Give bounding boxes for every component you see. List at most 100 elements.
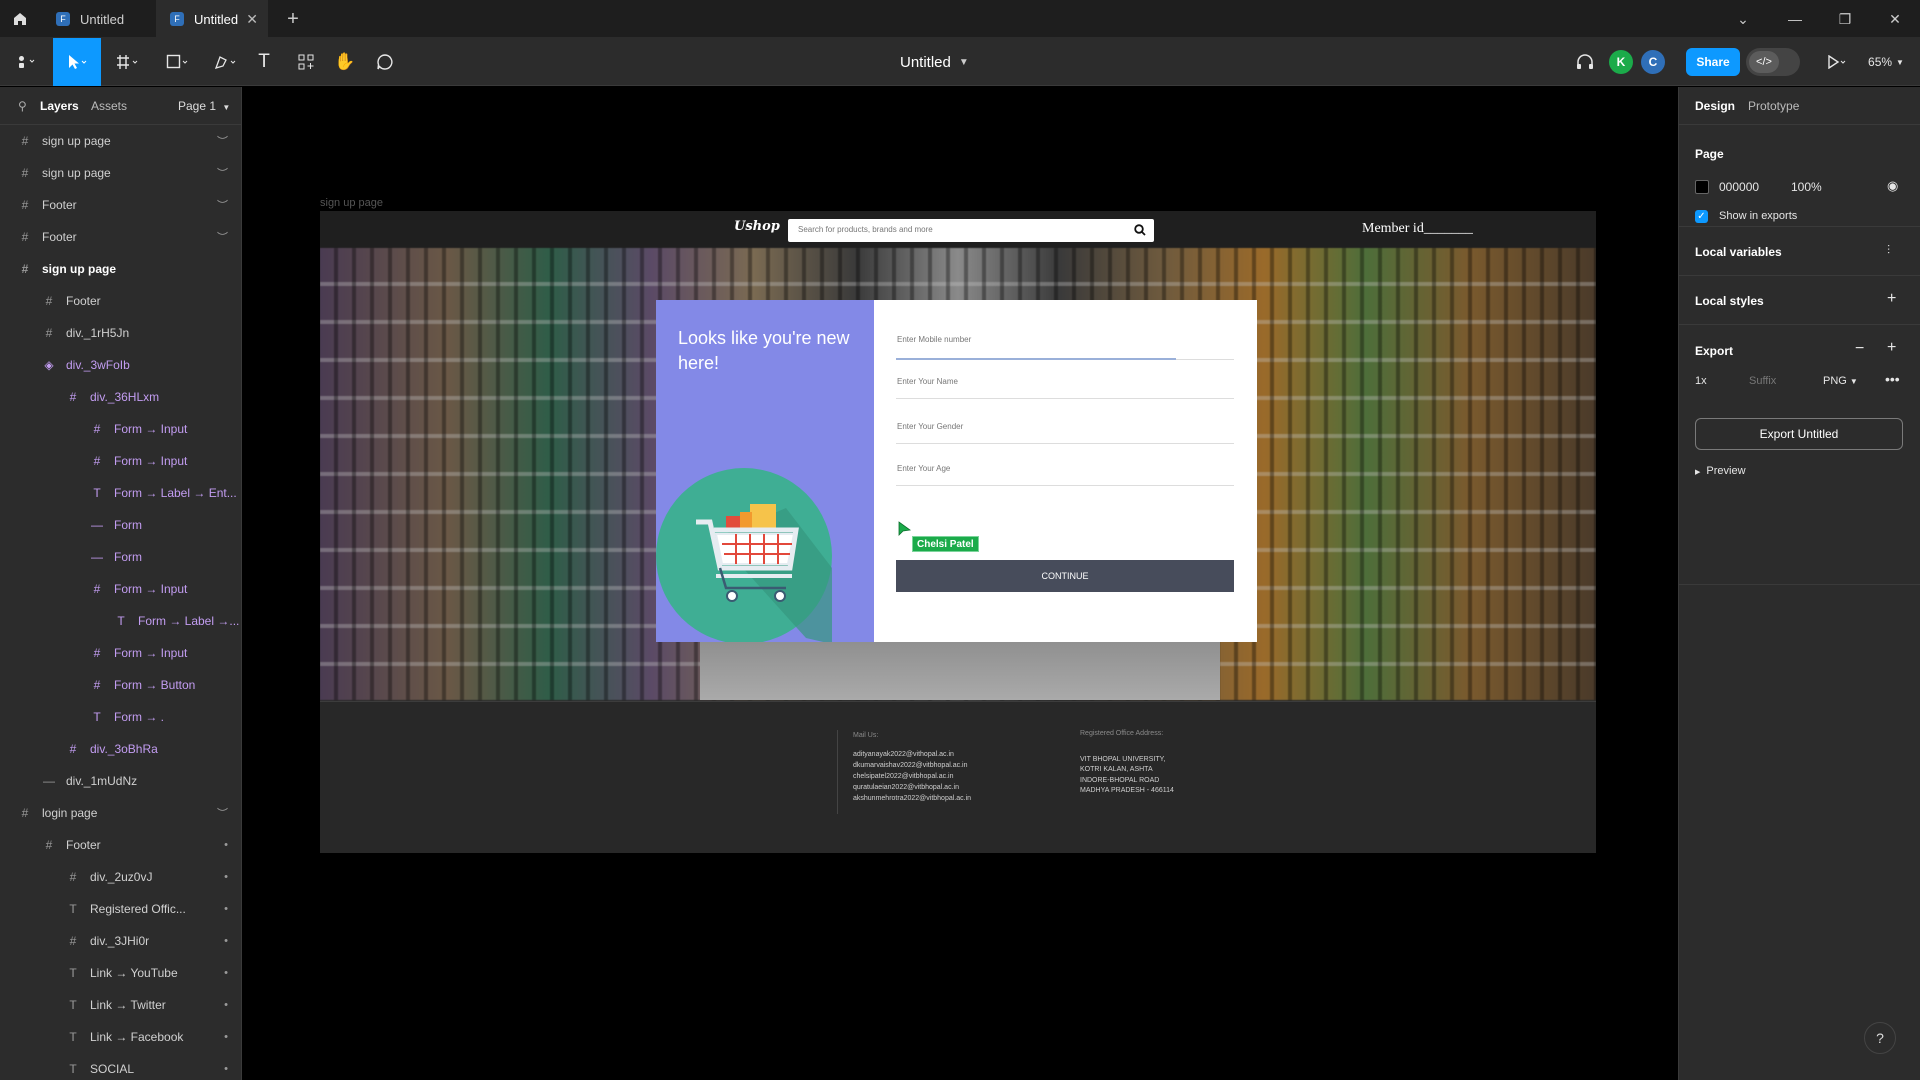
layer-row[interactable]: # Footer ︶ [0,221,241,253]
layer-row[interactable]: # login page ︶ [0,797,241,829]
mail-address[interactable]: adityanayak2022@vithopal.ac.in [853,749,954,760]
export-format-select[interactable]: PNG ▼ [1823,375,1858,387]
site-search-input[interactable]: Search for products, brands and more [788,219,1154,242]
document-title[interactable]: Untitled ▼ [900,38,969,86]
frame-label[interactable]: sign up page [320,197,383,209]
search-icon[interactable] [1134,224,1146,236]
layer-row[interactable]: T Registered Offic... • [0,893,241,925]
more-options-icon[interactable]: ••• [1885,371,1900,387]
help-icon[interactable]: ? [1864,1022,1896,1054]
restore-icon[interactable]: ❐ [1822,0,1868,38]
preview-toggle[interactable]: ▶ Preview [1695,465,1746,477]
tab-untitled-2[interactable]: F Untitled ✕ [156,0,268,38]
layer-row[interactable]: T Form → . [0,701,241,733]
main-menu-icon[interactable] [8,38,46,86]
gender-field[interactable]: Enter Your Gender [896,422,1234,448]
layer-row[interactable]: T Link → Twitter • [0,989,241,1021]
visibility-dot-icon[interactable]: • [224,935,228,947]
hidden-eye-icon[interactable]: ︶ [217,805,228,821]
chevron-down-icon[interactable]: ⌄ [1720,0,1766,38]
hidden-eye-icon[interactable]: ︶ [217,229,228,245]
layer-row[interactable]: T SOCIAL • [0,1053,241,1080]
page-opacity-value[interactable]: 100% [1791,180,1822,194]
visibility-dot-icon[interactable]: • [224,1031,228,1043]
layer-row[interactable]: # Form → Input [0,413,241,445]
visibility-dot-icon[interactable]: • [224,839,228,851]
layer-row[interactable]: T Link → Facebook • [0,1021,241,1053]
zoom-menu[interactable]: 65% ▼ [1862,38,1910,86]
mail-address[interactable]: dkumarvaishav2022@vitbhopal.ac.in [853,760,968,771]
home-icon[interactable] [0,0,40,38]
sign-up-page-frame[interactable]: Ushop Search for products, brands and mo… [320,211,1596,853]
add-icon[interactable]: + [1887,339,1896,357]
layer-row[interactable]: # div._3JHi0r • [0,925,241,957]
site-logo[interactable]: Ushop [734,219,780,234]
variables-icon[interactable]: ⫶ [1887,243,1890,258]
layer-row[interactable]: # div._1rH5Jn [0,317,241,349]
close-icon[interactable]: ✕ [246,11,258,28]
page-selector[interactable]: Page 1 ▼ [178,99,230,113]
export-suffix-input[interactable]: Suffix [1749,375,1776,387]
visibility-dot-icon[interactable]: • [224,903,228,915]
page-color-swatch[interactable] [1695,180,1709,194]
export-scale[interactable]: 1x [1695,375,1707,387]
layer-row[interactable]: # Form → Input [0,573,241,605]
layer-row[interactable]: # sign up page [0,253,241,285]
local-styles-section[interactable]: Local styles + [1679,276,1920,325]
layer-row[interactable]: # Footer [0,285,241,317]
layer-row[interactable]: # Form → Button [0,669,241,701]
layer-row[interactable]: T Form → Label →... [0,605,241,637]
layer-row[interactable]: ◈ div._3wFoIb [0,349,241,381]
shape-tool-icon[interactable] [158,38,198,86]
layer-row[interactable]: # Footer ︶ [0,189,241,221]
visibility-dot-icon[interactable]: • [224,1063,228,1075]
new-tab-icon[interactable]: + [280,6,306,32]
layer-row[interactable]: # div._36HLxm [0,381,241,413]
layer-row[interactable]: # sign up page ︶ [0,157,241,189]
move-tool-icon[interactable] [53,38,101,86]
layer-row[interactable]: — div._1mUdNz [0,765,241,797]
hidden-eye-icon[interactable]: ︶ [217,197,228,213]
share-button[interactable]: Share [1686,48,1740,76]
present-icon[interactable] [1820,38,1854,86]
mail-address[interactable]: akshunmehrotra2022@vitbhopal.ac.in [853,793,971,804]
avatar-k[interactable]: K [1609,50,1633,74]
layer-row[interactable]: # Form → Input [0,637,241,669]
visibility-dot-icon[interactable]: • [224,999,228,1011]
tab-assets[interactable]: Assets [91,99,127,113]
tab-design[interactable]: Design [1695,99,1735,113]
age-field[interactable]: Enter Your Age [896,464,1234,490]
mail-address[interactable]: chelsipatel2022@vitbhopal.ac.in [853,771,954,782]
tab-prototype[interactable]: Prototype [1748,99,1799,113]
frame-tool-icon[interactable] [108,38,148,86]
remove-icon[interactable]: − [1855,340,1864,358]
dev-mode-toggle[interactable]: </> [1746,48,1800,76]
visibility-dot-icon[interactable]: • [224,967,228,979]
add-icon[interactable]: + [1887,290,1896,308]
local-variables-section[interactable]: Local variables ⫶ [1679,227,1920,276]
continue-button[interactable]: CONTINUE [896,560,1234,592]
eye-icon[interactable]: ◉ [1887,178,1898,194]
export-button[interactable]: Export Untitled [1695,418,1903,450]
resources-icon[interactable] [292,38,320,86]
tab-layers[interactable]: Layers [40,99,79,113]
minimize-icon[interactable]: — [1772,0,1818,38]
hidden-eye-icon[interactable]: ︶ [217,165,228,181]
layer-row[interactable]: # Footer • [0,829,241,861]
name-field[interactable]: Enter Your Name [896,377,1234,403]
layer-row[interactable]: — Form [0,509,241,541]
text-tool-icon[interactable]: T [250,38,278,86]
checkbox-checked-icon[interactable]: ✓ [1695,210,1708,223]
close-window-icon[interactable]: ✕ [1872,0,1918,38]
visibility-dot-icon[interactable]: • [224,871,228,883]
layer-row[interactable]: # div._3oBhRa [0,733,241,765]
layer-row[interactable]: # div._2uz0vJ • [0,861,241,893]
layer-row[interactable]: # sign up page ︶ [0,125,241,157]
hidden-eye-icon[interactable]: ︶ [217,133,228,149]
layer-row[interactable]: T Form → Label → Ent... [0,477,241,509]
mobile-number-field[interactable]: Enter Mobile number [896,335,1234,361]
comment-tool-icon[interactable] [370,38,400,86]
search-icon[interactable]: ⚲ [18,99,27,113]
headphones-icon[interactable] [1570,38,1600,86]
layer-row[interactable]: T Link → YouTube • [0,957,241,989]
